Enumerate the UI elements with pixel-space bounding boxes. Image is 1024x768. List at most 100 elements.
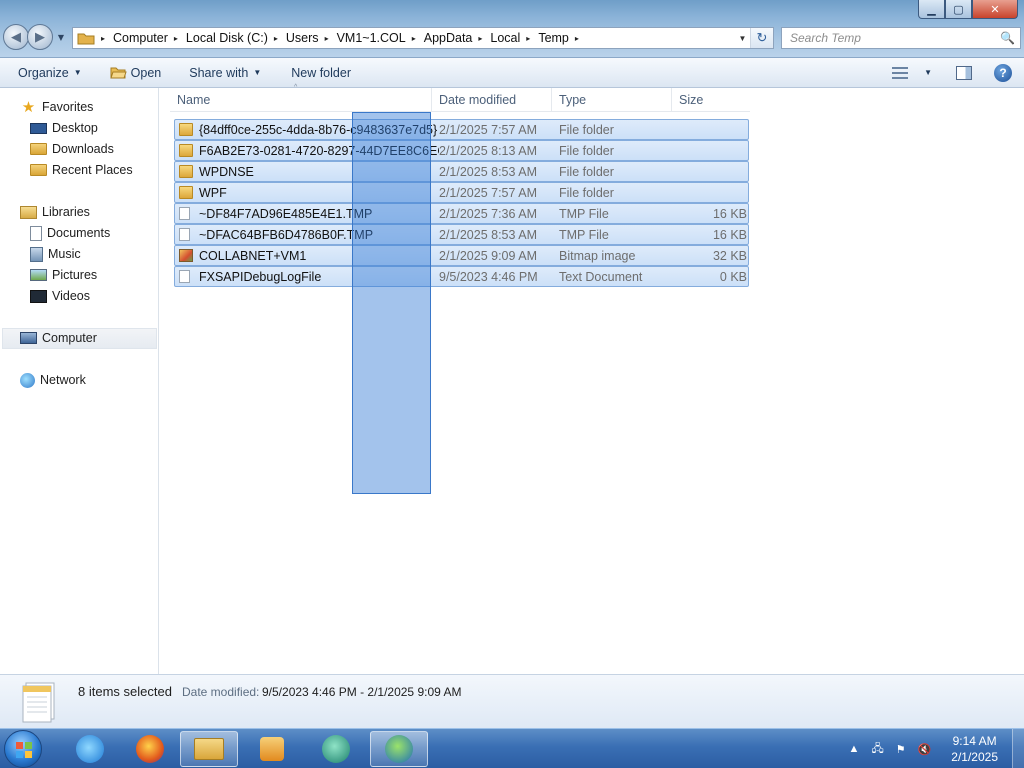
help-icon[interactable]: ? xyxy=(994,63,1012,82)
breadcrumb-local-disk[interactable]: Local Disk (C:) xyxy=(186,31,268,45)
column-header-name[interactable]: ^ Name xyxy=(170,84,432,112)
nav-music[interactable]: Music xyxy=(30,244,81,264)
close-button[interactable]: ✕ xyxy=(972,0,1018,19)
details-pane: 8 items selected Date modified: 9/5/2023… xyxy=(0,674,1024,728)
view-options-chevron-icon[interactable]: ▼ xyxy=(924,68,932,77)
file-row-selected[interactable]: ~DF84F7AD96E485E4E1.TMP 2/1/2025 7:36 AM… xyxy=(174,203,749,224)
breadcrumb-separator[interactable]: ▸ xyxy=(274,34,278,43)
nav-libraries-label: Libraries xyxy=(42,205,90,219)
breadcrumb-user-folder[interactable]: VM1~1.COL xyxy=(337,31,406,45)
nav-pictures[interactable]: Pictures xyxy=(30,265,97,285)
nav-recent-places[interactable]: Recent Places xyxy=(30,160,133,180)
breadcrumb-separator[interactable]: ▸ xyxy=(174,34,178,43)
breadcrumb-local[interactable]: Local xyxy=(490,31,520,45)
refresh-button[interactable]: ↻ xyxy=(751,28,773,48)
search-icon[interactable]: 🔍 xyxy=(1000,31,1015,45)
media-player-icon xyxy=(260,737,284,761)
open-button[interactable]: Open xyxy=(102,61,170,85)
share-with-button[interactable]: Share with ▼ xyxy=(181,61,269,85)
recent-pages-dropdown[interactable]: ▼ xyxy=(55,24,67,50)
file-row-selected[interactable]: ~DFAC64BFB6D4786B0F.TMP 2/1/2025 8:53 AM… xyxy=(174,224,749,245)
clock[interactable]: 9:14 AM 2/1/2025 xyxy=(951,733,998,765)
chevron-down-icon: ▼ xyxy=(73,68,82,77)
address-bar[interactable]: ▸ Computer ▸ Local Disk (C:) ▸ Users ▸ V… xyxy=(72,27,774,49)
search-input[interactable]: Search Temp 🔍 xyxy=(781,27,1021,49)
back-button[interactable]: ◀ xyxy=(3,24,29,50)
minimize-button[interactable]: ▁ xyxy=(918,0,945,19)
organize-button[interactable]: Organize ▼ xyxy=(10,61,90,85)
nav-computer[interactable]: Computer xyxy=(20,328,97,348)
column-header-date-modified[interactable]: Date modified xyxy=(432,88,552,112)
breadcrumb-computer[interactable]: Computer xyxy=(113,31,168,45)
file-name: ~DFAC64BFB6D4786B0F.TMP xyxy=(199,227,374,242)
nav-network[interactable]: Network xyxy=(20,370,86,390)
firefox-icon xyxy=(136,735,164,763)
breadcrumb-users[interactable]: Users xyxy=(286,31,319,45)
breadcrumb-separator[interactable]: ▸ xyxy=(412,34,416,43)
volume-muted-icon[interactable]: 🔇 xyxy=(918,743,932,756)
folder-icon xyxy=(77,33,95,45)
file-name: ~DF84F7AD96E485E4E1.TMP xyxy=(199,206,373,221)
nav-desktop[interactable]: Desktop xyxy=(30,118,98,138)
nav-documents-label: Documents xyxy=(47,226,111,240)
taskbar-download-manager[interactable] xyxy=(370,731,428,767)
file-date: 2/1/2025 7:57 AM xyxy=(439,185,537,200)
multiple-documents-icon xyxy=(22,682,55,723)
maximize-button[interactable]: ▢ xyxy=(945,0,972,19)
new-folder-button[interactable]: New folder xyxy=(283,61,359,85)
action-center-flag-icon[interactable]: ⚑ xyxy=(896,743,906,756)
window-controls: ▁ ▢ ✕ xyxy=(918,0,1018,19)
download-manager-icon xyxy=(385,735,413,763)
date-modified-value: 9/5/2023 4:46 PM - 2/1/2025 9:09 AM xyxy=(262,685,462,699)
taskbar-app[interactable] xyxy=(307,731,365,767)
breadcrumb-separator[interactable]: ▸ xyxy=(325,34,329,43)
nav-documents[interactable]: Documents xyxy=(30,223,110,243)
system-tray: ▲ 🖧 ⚑ 🔇 9:14 AM 2/1/2025 xyxy=(843,729,1024,768)
network-status-icon[interactable]: 🖧 xyxy=(871,740,883,759)
breadcrumb-separator[interactable]: ▸ xyxy=(101,34,105,43)
breadcrumb-separator[interactable]: ▸ xyxy=(526,34,530,43)
column-header-type[interactable]: Type xyxy=(552,88,672,112)
file-size: 16 KB xyxy=(712,227,747,242)
address-history-dropdown[interactable]: ▼ xyxy=(735,28,751,48)
recent-places-icon xyxy=(30,164,47,176)
taskbar-media-player[interactable] xyxy=(243,731,301,767)
preview-pane-icon[interactable] xyxy=(956,65,972,80)
clock-time: 9:14 AM xyxy=(952,734,997,748)
star-icon: ★ xyxy=(21,98,36,116)
file-row-selected[interactable]: F6AB2E73-0281-4720-8297-44D7EE8C6EC2 2/1… xyxy=(174,140,749,161)
breadcrumb-temp[interactable]: Temp xyxy=(538,31,569,45)
internet-explorer-icon xyxy=(76,735,104,763)
nav-videos[interactable]: Videos xyxy=(30,286,90,306)
change-view-icon[interactable] xyxy=(892,66,909,79)
start-button[interactable] xyxy=(4,730,42,768)
back-arrow-icon: ◀ xyxy=(11,29,21,45)
windows-logo-icon xyxy=(16,742,32,758)
show-hidden-icons-button[interactable]: ▲ xyxy=(849,743,860,755)
window-titlebar: ▁ ▢ ✕ ◀ ▶ ▼ ▸ Computer ▸ Local Disk (C:)… xyxy=(0,0,1024,58)
clock-date: 2/1/2025 xyxy=(951,750,998,764)
breadcrumb-separator[interactable]: ▸ xyxy=(575,34,579,43)
nav-downloads-label: Downloads xyxy=(52,142,114,156)
text-document-icon xyxy=(179,270,190,283)
pictures-icon xyxy=(30,269,47,281)
file-row-selected[interactable]: FXSAPIDebugLogFile 9/5/2023 4:46 PM Text… xyxy=(174,266,749,287)
file-row-selected[interactable]: WPDNSE 2/1/2025 8:53 AM File folder xyxy=(174,161,749,182)
network-icon xyxy=(20,372,35,388)
column-header-size[interactable]: Size xyxy=(672,88,750,112)
file-row-selected[interactable]: COLLABNET+VM1 2/1/2025 9:09 AM Bitmap im… xyxy=(174,245,749,266)
breadcrumb-appdata[interactable]: AppData xyxy=(424,31,473,45)
forward-button[interactable]: ▶ xyxy=(27,24,53,50)
taskbar-windows-explorer[interactable] xyxy=(180,731,238,767)
nav-music-label: Music xyxy=(48,247,81,261)
nav-libraries[interactable]: Libraries xyxy=(20,202,90,222)
taskbar-firefox[interactable] xyxy=(121,731,179,767)
nav-favorites[interactable]: ★ Favorites xyxy=(20,97,94,117)
file-name: WPDNSE xyxy=(199,164,254,179)
taskbar-internet-explorer[interactable] xyxy=(61,731,119,767)
nav-downloads[interactable]: Downloads xyxy=(30,139,114,159)
show-desktop-button[interactable] xyxy=(1012,729,1024,768)
file-row-selected[interactable]: WPF 2/1/2025 7:57 AM File folder xyxy=(174,182,749,203)
breadcrumb-separator[interactable]: ▸ xyxy=(478,34,482,43)
file-row-selected[interactable]: {84dff0ce-255c-4dda-8b76-c9483637e7d5} 2… xyxy=(174,119,749,140)
